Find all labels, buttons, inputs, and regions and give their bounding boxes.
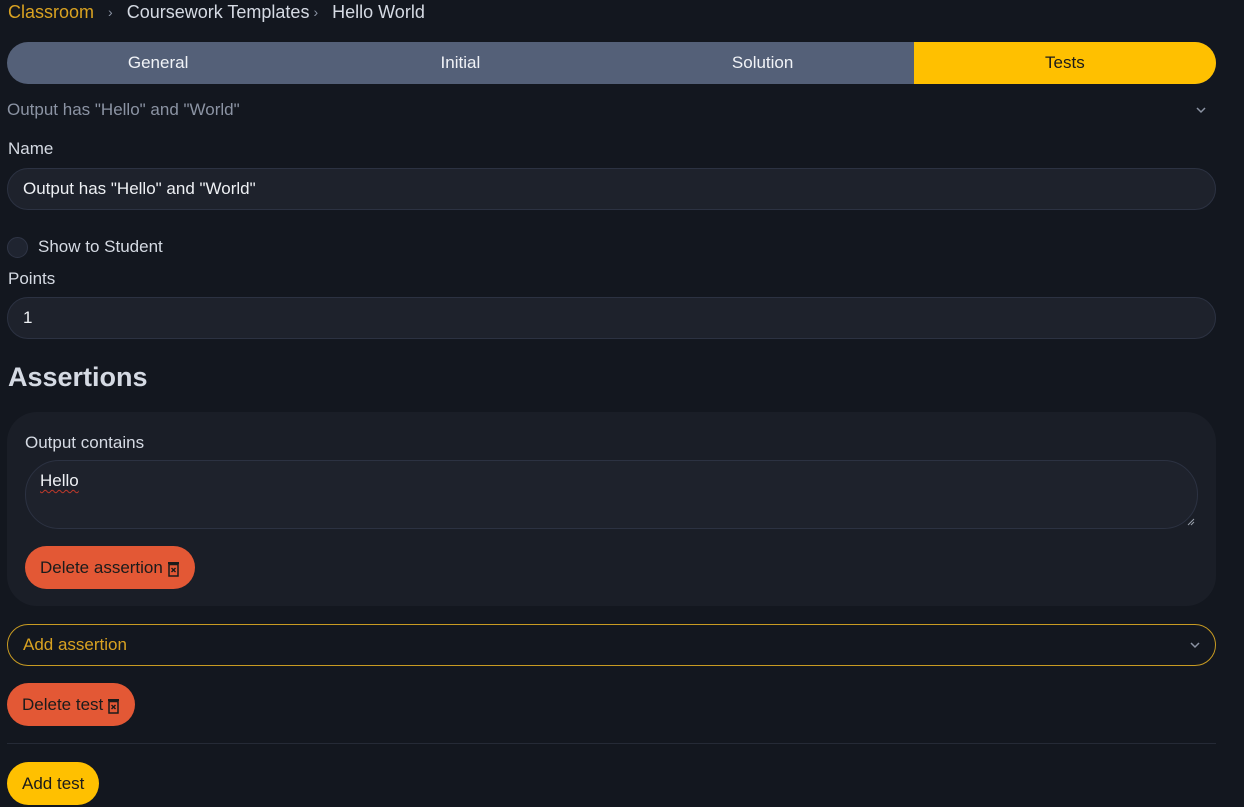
tab-general[interactable]: General xyxy=(7,42,309,84)
test-header-title: Output has "Hello" and "World" xyxy=(7,100,240,119)
chevron-right-icon: › xyxy=(313,4,319,20)
tab-bar: General Initial Solution Tests xyxy=(7,42,1216,84)
resize-handle-icon[interactable] xyxy=(1187,518,1195,526)
divider xyxy=(7,743,1216,744)
show-to-student-label: Show to Student xyxy=(38,237,163,256)
points-label: Points xyxy=(8,269,56,288)
test-collapse-header[interactable]: Output has "Hello" and "World" xyxy=(7,96,1216,124)
add-assertion-label: Add assertion xyxy=(23,635,127,654)
trash-icon xyxy=(167,562,179,577)
name-input-value: Output has "Hello" and "World" xyxy=(23,179,256,198)
tab-initial[interactable]: Initial xyxy=(309,42,611,84)
add-test-button[interactable]: Add test xyxy=(7,762,100,805)
chevron-down-icon xyxy=(1190,642,1200,649)
name-label: Name xyxy=(8,139,54,158)
show-to-student-checkbox[interactable] xyxy=(7,236,28,258)
breadcrumb: Classroom › Coursework Templates › Hello… xyxy=(8,0,425,24)
assertion-value-textarea[interactable]: Hello xyxy=(25,460,1198,529)
points-input-value: 1 xyxy=(23,308,33,327)
show-to-student-row: Show to Student xyxy=(7,235,163,259)
breadcrumb-classroom-link[interactable]: Classroom xyxy=(8,2,94,23)
name-input[interactable]: Output has "Hello" and "World" xyxy=(7,168,1216,210)
delete-test-button[interactable]: Delete test xyxy=(7,683,136,726)
breadcrumb-coursework-templates[interactable]: Coursework Templates xyxy=(127,2,310,23)
assertion-value: Hello xyxy=(40,471,79,490)
delete-assertion-button[interactable]: Delete assertion xyxy=(25,546,195,589)
tab-tests[interactable]: Tests xyxy=(913,42,1216,84)
assertion-card: Output contains Hello Delete assertion xyxy=(7,412,1216,606)
add-test-label: Add test xyxy=(22,773,85,793)
chevron-up-icon xyxy=(1196,107,1206,114)
chevron-right-icon: › xyxy=(108,4,113,20)
add-assertion-select[interactable]: Add assertion xyxy=(7,624,1216,666)
tab-solution[interactable]: Solution xyxy=(612,42,914,84)
points-input[interactable]: 1 xyxy=(7,297,1216,339)
assertion-type-label: Output contains xyxy=(25,433,145,452)
breadcrumb-current-page: Hello World xyxy=(332,1,425,22)
delete-assertion-label: Delete assertion xyxy=(40,557,163,577)
assertions-heading: Assertions xyxy=(8,362,148,392)
delete-test-label: Delete test xyxy=(22,694,104,714)
trash-icon xyxy=(108,699,120,714)
